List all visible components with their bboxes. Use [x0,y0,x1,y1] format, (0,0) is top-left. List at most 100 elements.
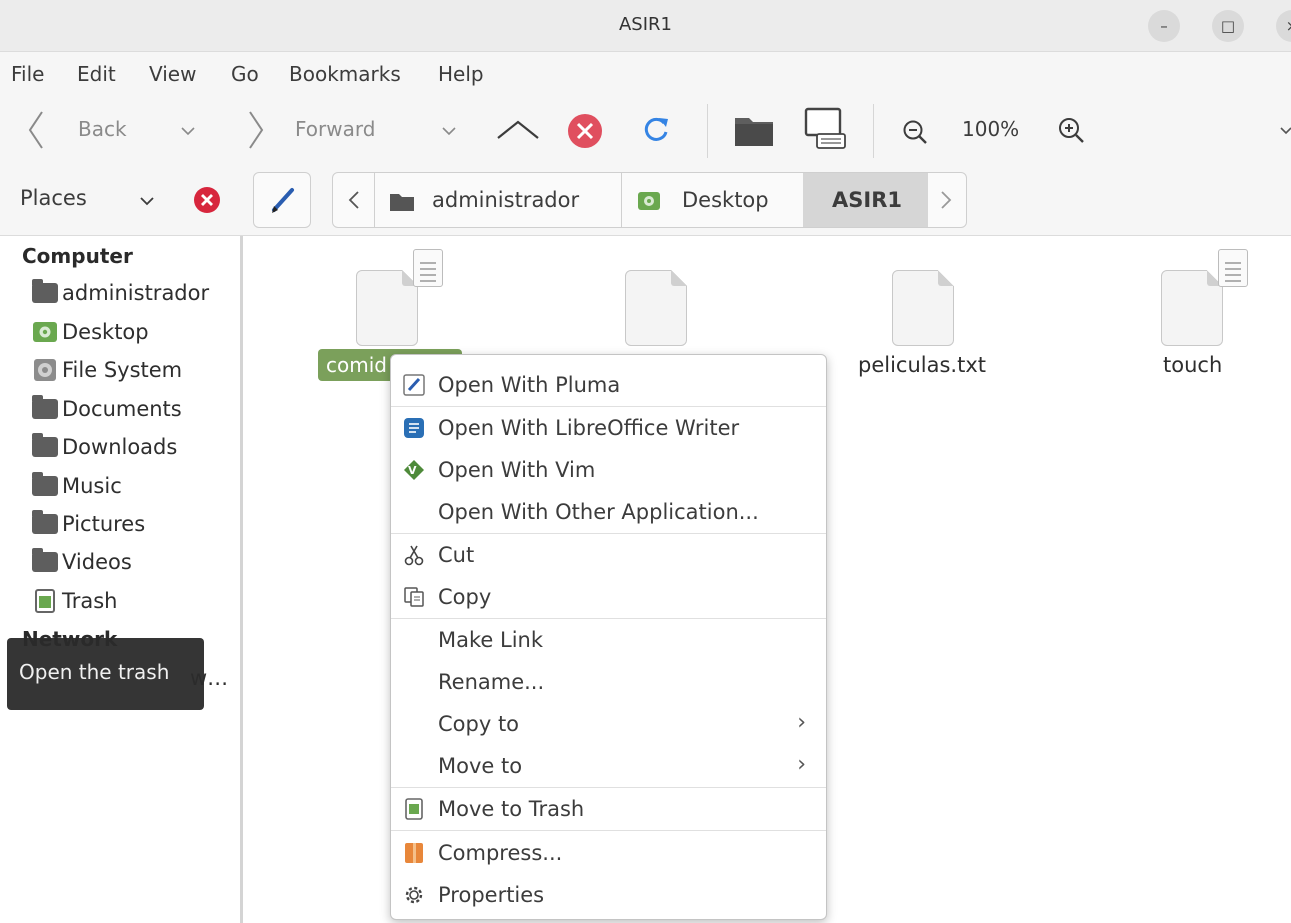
stop-icon[interactable] [566,112,604,150]
folder-icon [32,548,60,574]
sidebar: Computer administrador Desktop File Syst… [0,236,243,923]
submenu-arrow-icon: › [797,752,806,777]
places-chevron-icon[interactable] [139,196,155,206]
menu-file[interactable]: File [11,62,44,86]
home-folder-icon [32,279,60,305]
menu-separator [391,406,826,407]
menu-view[interactable]: View [149,62,196,86]
zoom-out-icon[interactable] [902,119,928,145]
close-sidebar-icon[interactable] [192,185,222,215]
file-name: peliculas.txt [858,353,986,377]
breadcrumb-item-administrador[interactable]: administrador [432,172,579,228]
forward-history-chevron-icon[interactable] [441,126,457,136]
menu-item-make-link[interactable]: Make Link [391,620,826,660]
menu-item-move-to-trash[interactable]: Move to Trash [391,789,826,829]
sidebar-item-label: Videos [62,550,132,574]
sidebar-item-downloads[interactable]: Downloads [32,432,177,462]
menu-go[interactable]: Go [231,62,259,86]
svg-text:V: V [408,464,417,477]
menu-item-rename[interactable]: Rename... [391,662,826,702]
sidebar-item-label: Pictures [62,512,146,536]
sidebar-item-videos[interactable]: Videos [32,547,132,577]
file-icon [625,270,687,346]
sidebar-item-administrador[interactable]: administrador [32,278,209,308]
text-preview-icon [1218,249,1248,287]
file-name: touch [1163,353,1223,377]
breadcrumb-right-chevron-icon[interactable] [939,190,953,210]
menu-item-open-with-other[interactable]: Open With Other Application... [391,492,826,532]
breadcrumb-item-asir1[interactable]: ASIR1 [832,172,902,228]
sidebar-item-trash[interactable]: Trash [32,586,118,616]
pluma-icon [403,374,425,396]
menu-item-copy[interactable]: Copy [391,577,826,617]
folder-icon [32,472,60,498]
menu-item-properties[interactable]: Properties [391,875,826,915]
text-file-icon [1161,270,1223,346]
menu-separator [391,533,826,534]
zoom-level[interactable]: 100% [962,117,1019,141]
back-button[interactable]: Back [78,117,127,141]
archive-icon [405,843,423,863]
sidebar-item-label: File System [62,358,183,382]
home-folder-icon [390,194,414,211]
sidebar-item-label: Documents [62,397,182,421]
sidebar-item-label: Trash [62,589,118,613]
sidebar-item-file-system[interactable]: File System [32,355,182,385]
trash-icon [405,798,423,820]
sidebar-item-label: Desktop [62,320,149,344]
gear-icon [405,886,423,904]
sidebar-item-pictures[interactable]: Pictures [32,509,145,539]
context-menu: Open With Pluma Open With LibreOffice Wr… [390,354,827,920]
text-file-icon [356,270,418,346]
menu-bookmarks[interactable]: Bookmarks [289,62,401,86]
menu-edit[interactable]: Edit [77,62,116,86]
back-arrow-icon[interactable] [27,110,45,150]
zoom-in-icon[interactable] [1057,116,1085,144]
title-bar: ASIR1 – □ × [0,0,1291,52]
maximize-button[interactable]: □ [1212,10,1244,42]
toolbar-overflow-chevron-icon[interactable] [1279,126,1291,136]
tooltip: Open the trash [7,638,204,710]
sidebar-item-music[interactable]: Music [32,471,122,501]
menu-item-open-with-pluma[interactable]: Open With Pluma [391,365,826,405]
menu-bar: File Edit View Go Bookmarks Help [0,52,1291,96]
sidebar-heading-computer: Computer [22,244,133,268]
computer-icon[interactable] [803,106,847,152]
forward-arrow-icon[interactable] [247,110,265,150]
copy-icon [404,587,424,607]
sidebar-item-desktop[interactable]: Desktop [32,317,149,347]
sidebar-item-label: Downloads [62,435,178,459]
up-arrow-icon[interactable] [496,118,540,140]
breadcrumb-left-chevron-icon[interactable] [347,190,361,210]
text-preview-icon [413,249,443,287]
desktop-icon [32,320,60,344]
forward-button[interactable]: Forward [295,117,375,141]
menu-item-open-with-libreoffice-writer[interactable]: Open With LibreOffice Writer [391,408,826,448]
toolbar-separator [707,104,708,158]
menu-item-move-to[interactable]: Move to › [391,746,826,786]
minimize-button[interactable]: – [1148,10,1180,42]
menu-item-cut[interactable]: Cut [391,535,826,575]
menu-separator [391,787,826,788]
breadcrumb-item-desktop[interactable]: Desktop [682,172,769,228]
reload-icon[interactable] [640,114,672,146]
menu-item-open-with-vim[interactable]: V Open With Vim [391,450,826,490]
menu-help[interactable]: Help [438,62,484,86]
pencil-icon [272,188,294,213]
libreoffice-writer-icon [404,418,424,438]
home-folder-icon[interactable] [733,110,775,148]
back-history-chevron-icon[interactable] [180,126,196,136]
sidebar-item-label: administrador [62,281,210,305]
sidebar-item-documents[interactable]: Documents [32,394,182,424]
scissors-icon [404,545,424,566]
trash-icon [32,589,60,613]
folder-icon [32,433,60,459]
menu-item-copy-to[interactable]: Copy to › [391,704,826,744]
menu-item-compress[interactable]: Compress... [391,833,826,873]
location-bar: Places administrador Desktop ASIR1 [0,164,1291,236]
folder-icon [32,395,60,421]
desktop-icon [638,192,660,210]
places-selector[interactable]: Places [20,186,87,210]
menu-separator [391,618,826,619]
sidebar-item-label: Music [62,474,122,498]
